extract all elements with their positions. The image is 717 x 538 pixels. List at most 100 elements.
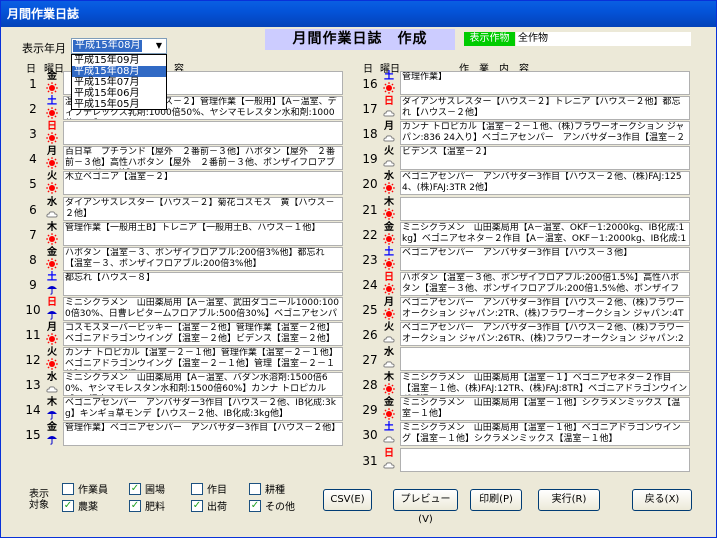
check-icon[interactable]: ✓ bbox=[129, 500, 141, 512]
checkbox-empty-icon[interactable] bbox=[191, 483, 203, 495]
cloud-icon bbox=[383, 160, 395, 167]
check-icon[interactable]: ✓ bbox=[62, 500, 74, 512]
sun-icon bbox=[46, 358, 58, 370]
day-number: 8 bbox=[29, 252, 37, 267]
csv-button[interactable]: CSV(E) bbox=[323, 489, 372, 511]
title-bar: 月間作業日誌 bbox=[1, 1, 716, 27]
day-row: 17 日ダイアンサスレスター【ハウス－２】トレニア【ハウス－２他】都忘れ【ハウス－… bbox=[360, 96, 690, 121]
filter-checkbox[interactable]: ✓ その他 bbox=[249, 500, 295, 515]
day-row: 11 月コスモスヌーバービッキー【温室－２他】管理作業【温室－２他】ベゴニアドラゴ… bbox=[23, 322, 345, 347]
weekday-cell: 木 bbox=[382, 372, 396, 397]
weekday-label: 木 bbox=[47, 397, 57, 409]
day-number: 27 bbox=[362, 353, 378, 368]
work-entry-field[interactable]: ミニシクラメン 山田薬局用【A－温室、バダン水溶剤:1500倍60%、ヤシマモレ… bbox=[63, 372, 343, 397]
work-entry-field[interactable]: ダイアンサスレスター【ハウス－２】菊花コスモス 黄【ハウス－２他】 bbox=[63, 196, 343, 221]
weekday-label: 水 bbox=[47, 196, 57, 208]
weekday-label: 日 bbox=[384, 96, 394, 108]
weekday-cell: 月 bbox=[382, 297, 396, 322]
crop-value: 全作物 bbox=[516, 32, 691, 46]
filter-checkbox[interactable]: 耕種 bbox=[249, 483, 285, 498]
day-number: 9 bbox=[29, 277, 37, 292]
filter-checkbox[interactable]: ✓ 農薬 bbox=[62, 500, 98, 515]
year-month-option[interactable]: 平成15年08月 bbox=[72, 66, 166, 77]
day-row: 16 土管理作業】 bbox=[360, 71, 690, 96]
check-icon[interactable]: ✓ bbox=[191, 500, 203, 512]
check-icon[interactable]: ✓ bbox=[249, 500, 261, 512]
weekday-label: 火 bbox=[47, 347, 57, 359]
sun-icon bbox=[46, 132, 58, 144]
sun-icon bbox=[46, 82, 58, 94]
print-button[interactable]: 印刷(P) bbox=[470, 489, 522, 511]
day-number: 13 bbox=[25, 378, 41, 393]
work-entry-field[interactable]: 百日草 プチランド【屋外 ２番前－３他】ハボタン【屋外 ２番前－３他】高性ハボタ… bbox=[63, 146, 343, 171]
checkbox-empty-icon[interactable] bbox=[62, 483, 74, 495]
filter-checkbox[interactable]: ✓ 圃場 bbox=[129, 483, 165, 498]
work-entry-field[interactable]: ミニシクラメン 山田薬局用【温室－１他】ベゴニアドラゴンウイング【温室－１他】シ… bbox=[400, 422, 690, 447]
work-entry-field[interactable]: カンナ トロピカル【温室－２－１他】管理作業【温室－２－１他】ベゴニアドラゴンウ… bbox=[63, 347, 343, 372]
day-number: 24 bbox=[362, 277, 378, 292]
day-row: 6 水ダイアンサスレスター【ハウス－２】菊花コスモス 黄【ハウス－２他】 bbox=[23, 196, 345, 222]
chevron-down-icon[interactable]: ▼ bbox=[152, 39, 166, 53]
work-entry-field[interactable]: ベゴニアセンパー アンバサダー3作目【ハウス－３他】 bbox=[400, 246, 690, 271]
day-row: 8 金ハボタン【温室－３、ボンザイフロアブル:200倍3%他】都忘れ【温室－３、ボ… bbox=[23, 246, 345, 272]
year-month-label: 表示年月 bbox=[22, 42, 66, 55]
work-entry-field[interactable]: ハボタン【温室－３、ボンザイフロアブル:200倍3%他】都忘れ【温室－３、ボンザ… bbox=[63, 246, 343, 271]
weekday-cell: 土 bbox=[382, 422, 396, 447]
umbrella-icon bbox=[47, 285, 57, 295]
day-row: 18 月カンナ トロピカル【温室－２－１他、(株)フラワーオークション ジャパン:… bbox=[360, 121, 690, 146]
cloud-icon bbox=[383, 436, 395, 443]
weekday-cell: 日 bbox=[382, 96, 396, 121]
work-entry-field[interactable]: ベゴニアセンパー アンバサダー3作目【ハウス－２他、IB化成:3kg】キンギョ草… bbox=[63, 397, 343, 422]
work-entry-field[interactable]: ビデンス【温室－２】 bbox=[400, 146, 690, 171]
work-entry-field[interactable]: ダイアンサスレスター【ハウス－２】トレニア【ハウス－２他】都忘れ【ハウス－２他】 bbox=[400, 96, 690, 121]
work-entry-field[interactable]: コスモスヌーバービッキー【温室－２他】管理作業【温室－２他】ベゴニアドラゴンウイ… bbox=[63, 322, 343, 346]
work-entry-field[interactable]: ミニシクラメン 山田薬局用【温室－１】ベゴニアセネタ－２作目【温室－１他、(株)… bbox=[400, 372, 690, 397]
cloud-icon bbox=[383, 361, 395, 368]
work-entry-field[interactable] bbox=[400, 447, 690, 472]
work-entry-field[interactable]: ベゴニアセンパー アンバサダー3作目【ハウス－２他、(株)フラワーオークション … bbox=[400, 322, 690, 346]
year-month-option[interactable]: 平成15年06月 bbox=[72, 88, 166, 99]
filter-checkbox[interactable]: 作目 bbox=[191, 483, 227, 498]
work-entry-field[interactable] bbox=[63, 121, 343, 146]
weekday-label: 月 bbox=[384, 296, 394, 308]
year-month-option[interactable]: 平成15年05月 bbox=[72, 99, 166, 110]
work-entry-field[interactable]: 木立ベゴニア【温室－２】 bbox=[63, 171, 343, 196]
weekday-cell: 金 bbox=[45, 71, 59, 96]
filter-checkbox[interactable]: 作業員 bbox=[62, 483, 108, 498]
run-button[interactable]: 実行(R) bbox=[538, 489, 600, 511]
filter-checkbox-label: 作業員 bbox=[78, 485, 108, 496]
weekday-label: 土 bbox=[47, 271, 57, 283]
work-entry-field[interactable]: ハボタン【温室－３他、ボンザイフロアブル:200倍1.5%】高性ハボタン【温室－… bbox=[400, 271, 690, 296]
work-entry-field[interactable]: 管理作業【一般用土B】トレニア【一般用土B、ハウス－１他】 bbox=[63, 221, 343, 246]
weekday-label: 木 bbox=[47, 221, 57, 233]
weekday-cell: 月 bbox=[382, 121, 396, 146]
weekday-label: 土 bbox=[47, 96, 57, 108]
year-month-option[interactable]: 平成15年07月 bbox=[72, 77, 166, 88]
work-entry-field[interactable]: ミニシクラメン 山田薬局用【A－温室、OKF－1:2000kg、IB化成:1kg… bbox=[400, 221, 690, 246]
weekday-label: 土 bbox=[384, 422, 394, 434]
check-icon[interactable]: ✓ bbox=[129, 483, 141, 495]
filter-checkbox[interactable]: ✓ 肥料 bbox=[129, 500, 165, 515]
work-entry-field[interactable]: ベゴニアセンパー アンバサダー3作目【ハウス－２他、(株)FAJ:125 4、(… bbox=[400, 171, 690, 196]
work-entry-field[interactable] bbox=[400, 196, 690, 221]
work-entry-field[interactable]: ベゴニアセンパー アンバサダー3作目【ハウス－２他、(株)フラワーオークション … bbox=[400, 296, 690, 321]
weekday-cell: 日 bbox=[45, 121, 59, 146]
work-entry-field[interactable]: 都忘れ【ハウス－８】 bbox=[63, 271, 343, 296]
work-entry-field[interactable]: カンナ トロピカル【温室－２－１他、(株)フラワーオークション ジャパン:836… bbox=[400, 121, 690, 146]
work-entry-field[interactable]: ミニシクラメン 山田薬局用【A－温室、武田ダコニール1000:1000倍30%、… bbox=[63, 296, 343, 321]
work-entry-field[interactable] bbox=[400, 347, 690, 372]
checkbox-empty-icon[interactable] bbox=[249, 483, 261, 495]
work-entry-field[interactable]: 管理作業】 bbox=[400, 71, 690, 95]
day-number: 15 bbox=[25, 428, 41, 443]
cloud-icon bbox=[46, 210, 58, 217]
filter-checkbox[interactable]: ✓ 出荷 bbox=[191, 500, 227, 515]
year-month-select[interactable]: 平成15年08月 ▼ bbox=[71, 38, 167, 54]
window-client: 表示年月 平成15年08月 ▼ 平成15年09月 平成15年08月 平成15年07月… bbox=[4, 27, 713, 535]
weekday-label: 金 bbox=[47, 71, 57, 82]
work-entry-field[interactable]: ミニシクラメン 山田薬局用【温室－１他】シクラメンミックス【温室－１他】 bbox=[400, 397, 690, 422]
work-entry-field[interactable]: 管理作業】ベゴニアセンパー アンバサダー3作目【ハウス－２他】 bbox=[63, 422, 343, 447]
day-row: 4 月百日草 プチランド【屋外 ２番前－３他】ハボタン【屋外 ２番前－３他】高性ハ… bbox=[23, 146, 345, 171]
back-button[interactable]: 戻る(X) bbox=[632, 489, 692, 511]
year-month-option[interactable]: 平成15年09月 bbox=[72, 55, 166, 66]
preview-button[interactable]: プレビュー(V) bbox=[393, 489, 458, 525]
